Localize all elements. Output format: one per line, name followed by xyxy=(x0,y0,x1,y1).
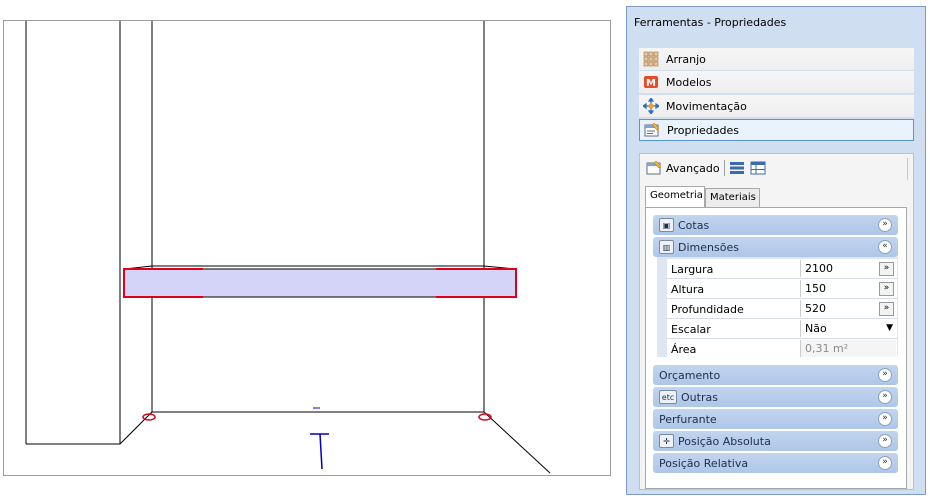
advanced-toolbar: Avançado xyxy=(640,154,910,182)
property-name: Largura xyxy=(671,263,714,276)
property-row-profundidade: Profundidade 520 » xyxy=(667,299,897,319)
etc-icon: etc xyxy=(659,390,677,404)
advanced-button[interactable]: Avançado xyxy=(666,162,720,175)
section-label: Cotas xyxy=(678,218,710,232)
expand-chevron-icon[interactable]: » xyxy=(878,390,892,404)
section-label: Orçamento xyxy=(659,368,721,382)
section-outras[interactable]: etc Outras » xyxy=(653,387,898,407)
property-row-altura: Altura 150 » xyxy=(667,279,897,299)
models-icon: M xyxy=(643,74,659,90)
section-orcamento[interactable]: Orçamento » xyxy=(653,365,898,385)
area-value: 0,31 m² xyxy=(800,340,896,357)
arrangement-icon xyxy=(643,51,659,67)
section-label: Dimensões xyxy=(678,240,739,254)
tool-label: Modelos xyxy=(666,75,712,89)
tools-properties-panel: Ferramentas - Propriedades Arranjo M Mod… xyxy=(626,6,926,495)
property-row-largura: Largura 2100 » xyxy=(667,259,897,279)
escalar-select[interactable]: Não xyxy=(800,320,896,337)
left-panel-diagonal xyxy=(119,411,153,445)
expand-chevron-icon[interactable]: » xyxy=(878,456,892,470)
expand-chevron-icon[interactable]: » xyxy=(878,368,892,382)
cotas-icon: ▣ xyxy=(659,218,674,232)
scene-drawing xyxy=(25,21,551,474)
largura-value-input[interactable]: 2100 xyxy=(800,260,880,277)
tab-geometria[interactable]: Geometria xyxy=(645,186,705,207)
collapse-chevron-icon[interactable]: « xyxy=(878,240,892,254)
section-label: Posição Relativa xyxy=(659,456,749,470)
section-label: Posição Absoluta xyxy=(678,434,771,448)
position-icon: ✛ xyxy=(659,434,674,448)
tool-label: Propriedades xyxy=(667,123,739,137)
toolbar-grip xyxy=(907,158,909,180)
tool-item-arranjo[interactable]: Arranjo xyxy=(639,48,914,70)
property-name: Área xyxy=(671,343,697,356)
section-label: Perfurante xyxy=(659,412,717,426)
panel-title: Ferramentas - Propriedades xyxy=(634,16,787,29)
3d-viewport[interactable] xyxy=(3,20,611,476)
section-posicao-relativa[interactable]: Posição Relativa » xyxy=(653,453,898,473)
shelf-selected xyxy=(123,268,517,298)
floor-right-diagonal xyxy=(483,411,551,474)
tab-materiais[interactable]: Materiais xyxy=(705,188,760,207)
property-row-escalar: Escalar Não ▼ xyxy=(667,319,897,339)
property-name: Escalar xyxy=(671,323,711,336)
geometry-tab-body: ▣ Cotas » ▥ Dimensões « Largura 2100 » A… xyxy=(645,207,907,489)
ellipsis-button[interactable]: » xyxy=(879,282,894,296)
section-cotas[interactable]: ▣ Cotas » xyxy=(653,215,898,235)
property-row-area: Área 0,31 m² xyxy=(667,339,897,359)
dimensions-properties: Largura 2100 » Altura 150 » Profundidade… xyxy=(657,257,898,359)
tool-item-propriedades[interactable]: Propriedades xyxy=(639,119,914,141)
move-icon xyxy=(641,96,661,116)
altura-value-input[interactable]: 150 xyxy=(800,280,880,297)
tool-label: Arranjo xyxy=(666,52,706,66)
ellipsis-button[interactable]: » xyxy=(879,302,894,316)
ellipsis-button[interactable]: » xyxy=(879,262,894,276)
table-view-icon[interactable] xyxy=(750,161,766,175)
property-name: Altura xyxy=(671,283,705,296)
properties-icon xyxy=(644,122,660,138)
dropdown-arrow-icon[interactable]: ▼ xyxy=(886,323,893,333)
expand-chevron-icon[interactable]: » xyxy=(878,434,892,448)
svg-text:M: M xyxy=(646,78,656,89)
axis-gizmo-vertical xyxy=(319,433,323,470)
property-name: Profundidade xyxy=(671,303,744,316)
expand-chevron-icon[interactable]: » xyxy=(878,412,892,426)
tool-item-modelos[interactable]: M Modelos xyxy=(639,71,914,93)
toolbar-divider xyxy=(723,160,725,176)
categorized-view-icon[interactable] xyxy=(729,161,745,175)
advanced-icon xyxy=(646,160,662,176)
profundidade-value-input[interactable]: 520 xyxy=(800,300,880,317)
dimensoes-icon: ▥ xyxy=(659,240,674,254)
properties-content: Avançado Geometria Materiais ▣ Cotas » ▥ xyxy=(639,153,914,490)
tool-item-movimentacao[interactable]: Movimentação xyxy=(639,95,914,117)
tool-label: Movimentação xyxy=(666,99,747,113)
section-dimensoes[interactable]: ▥ Dimensões « xyxy=(653,237,898,257)
section-label: Outras xyxy=(681,390,718,404)
section-posicao-absoluta[interactable]: ✛ Posição Absoluta » xyxy=(653,431,898,451)
expand-chevron-icon[interactable]: » xyxy=(878,218,892,232)
section-perfurante[interactable]: Perfurante » xyxy=(653,409,898,429)
